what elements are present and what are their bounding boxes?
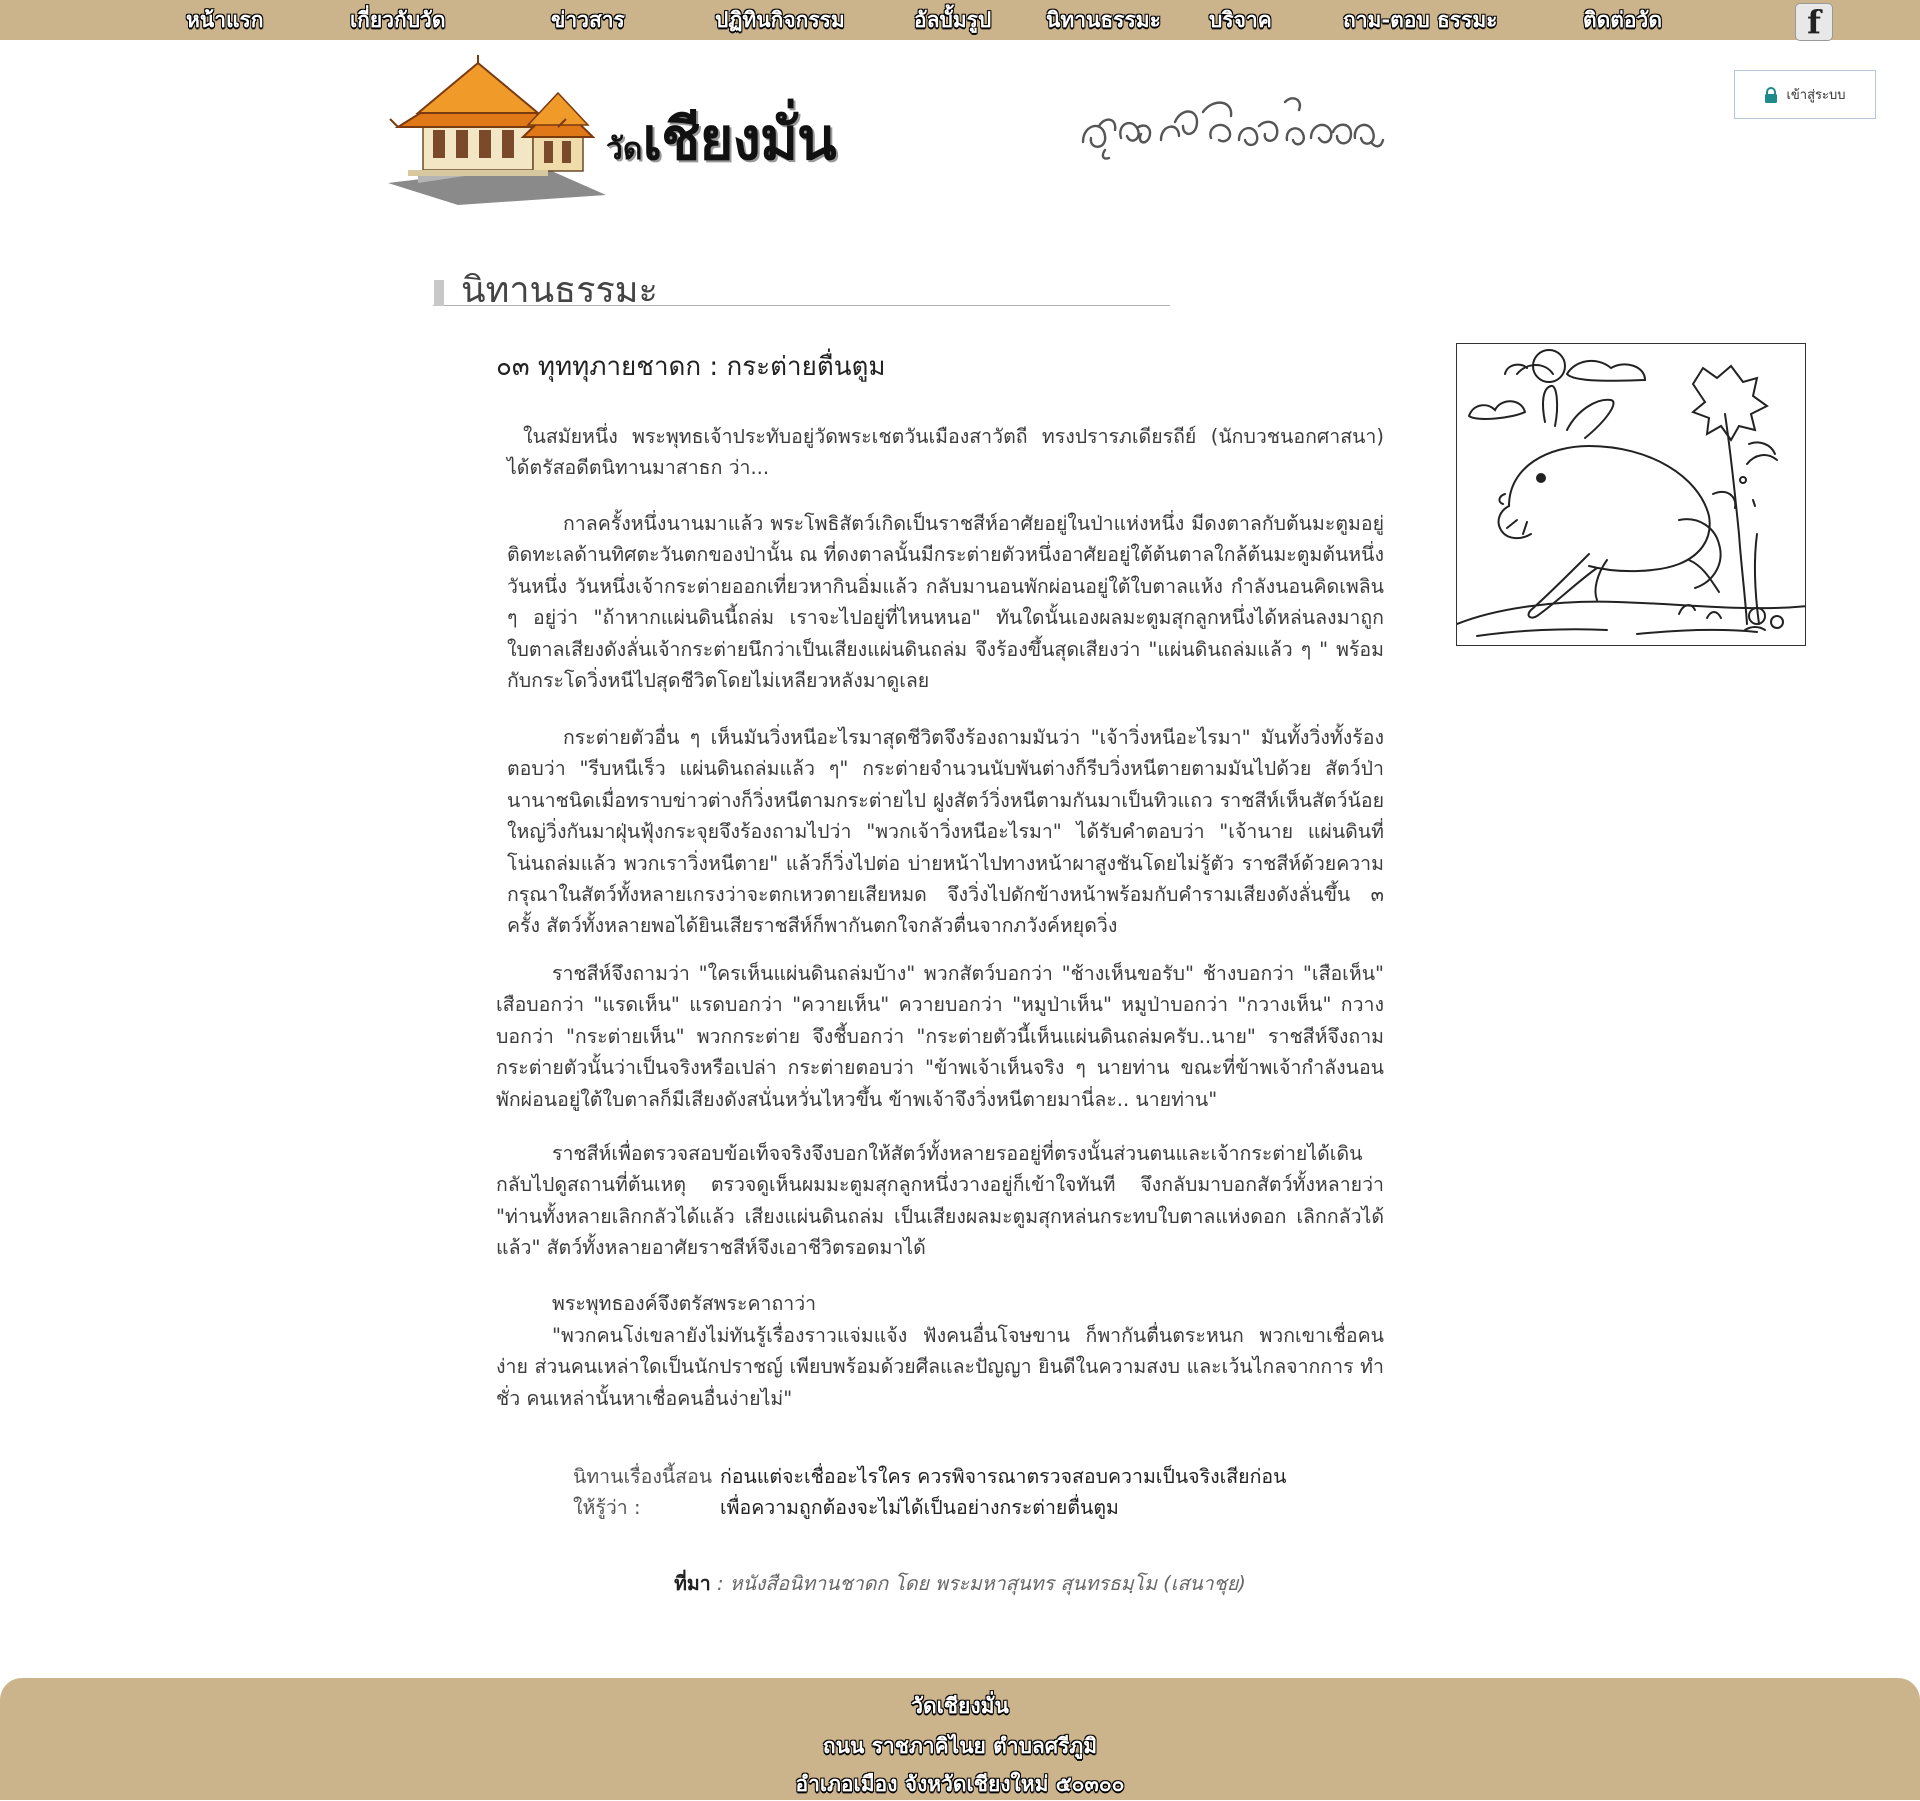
footer-address-street: ถนน ราชภาคิไนย ตำบลศรีภูมิ [822, 1734, 1098, 1758]
story-title: ๐๓ ทุททุภายชาดก : กระต่ายตื่นตูม [496, 352, 886, 382]
story-paragraph-5: ราชสีห์เพื่อตรวจสอบข้อเท็จจริงจึงบอกให้ส… [496, 1142, 1384, 1260]
footer: วัดเชียงมั่น ถนน ราชภาคิไนย ตำบลศรีภูมิ … [0, 1678, 1920, 1800]
login-label: เข้าสู่ระบบ [1786, 88, 1846, 103]
moral-text: ก่อนแต่จะเชื่ออะไรใคร ควรพิจารณาตรวจสอบค… [720, 1465, 1287, 1520]
lanna-script-logo [1075, 82, 1387, 160]
temple-name: วัดเชียงมั่น [606, 92, 837, 185]
nav-item-about[interactable]: เกี่ยวกับวัด [350, 6, 445, 34]
rabbit-illustration [1456, 343, 1806, 646]
nav-item-qa[interactable]: ถาม-ตอบ ธรรมะ [1343, 6, 1497, 34]
nav-item-home[interactable]: หน้าแรก [186, 6, 264, 34]
story-paragraph-1: ในสมัยหนึ่ง พระพุทธเจ้าประทับอยู่วัดพระเ… [507, 425, 1384, 480]
story-paragraph-4: ราชสีห์จึงถามว่า "ใครเห็นแผ่นดินถล่มบ้าง… [496, 962, 1384, 1111]
verse-text: "พวกคนโง่เขลายังไม่ทันรู้เรื่องราวแจ่มแจ… [496, 1324, 1384, 1410]
nav-item-dhamma-tales[interactable]: นิทานธรรมะ [1046, 6, 1161, 34]
source-text: : หนังสือนิทานชาดก โดย พระมหาสุนทร สุนทร… [716, 1572, 1246, 1595]
heading-accent-bar [434, 280, 444, 306]
nav-item-donate[interactable]: บริจาค [1209, 6, 1272, 34]
login-button[interactable]: เข้าสู่ระบบ [1734, 70, 1876, 119]
facebook-icon[interactable]: f [1795, 3, 1833, 41]
moral-label: นิทานเรื่องนี้สอนให้รู้ว่า : [573, 1465, 713, 1520]
temple-logo[interactable] [378, 55, 608, 205]
nav-item-news[interactable]: ข่าวสาร [551, 6, 625, 34]
footer-address-city: อำเภอเมือง จังหวัดเชียงใหม่ ๕๐๓๐๐ [795, 1772, 1125, 1796]
section-title: นิทานธรรมะ [461, 270, 658, 311]
source-label: ที่มา [674, 1572, 711, 1595]
story-paragraph-2: กาลครั้งหนึ่งนานมาแล้ว พระโพธิสัตว์เกิดเ… [507, 512, 1384, 693]
nav-item-albums[interactable]: อัลบั้มรูป [914, 6, 991, 34]
lock-icon [1765, 86, 1778, 103]
story-paragraph-3: กระต่ายตัวอื่น ๆ เห็นมันวิ่งหนีอะไรมาสุด… [507, 726, 1384, 938]
section-heading: นิทานธรรมะ [433, 263, 1170, 311]
top-nav: หน้าแรก เกี่ยวกับวัด ข่าวสาร ปฏิทินกิจกร… [0, 0, 1920, 41]
temple-name-prefix: วัด [606, 132, 643, 167]
verse-intro: พระพุทธองค์จึงตรัสพระคาถาว่า [552, 1292, 817, 1315]
footer-temple-name: วัดเชียงมั่น [911, 1694, 1009, 1718]
source-credit: ที่มา : หนังสือนิทานชาดก โดย พระมหาสุนทร… [0, 1568, 1920, 1599]
nav-item-calendar[interactable]: ปฏิทินกิจกรรม [715, 6, 845, 34]
nav-item-contact[interactable]: ติดต่อวัด [1583, 6, 1662, 34]
temple-name-main: เชียงมั่น [642, 105, 836, 173]
